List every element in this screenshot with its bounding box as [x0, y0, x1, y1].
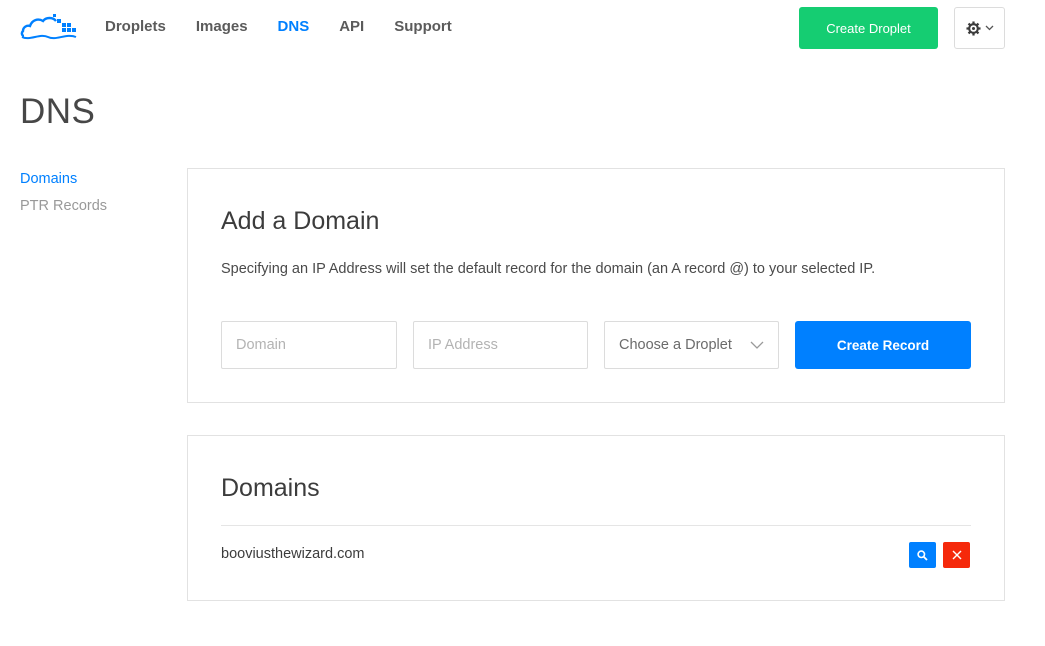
choose-droplet-select[interactable]: Choose a Droplet [604, 321, 779, 369]
top-navbar: Droplets Images DNS API Support Create D… [0, 0, 1045, 56]
domains-heading: Domains [221, 474, 320, 502]
nav-droplets[interactable]: Droplets [105, 18, 166, 35]
main-nav: Droplets Images DNS API Support [105, 18, 482, 35]
ip-address-input[interactable] [413, 321, 588, 369]
close-icon [952, 550, 961, 560]
create-record-button[interactable]: Create Record [795, 321, 971, 369]
create-droplet-button[interactable]: Create Droplet [799, 7, 938, 49]
nav-api[interactable]: API [339, 18, 364, 35]
nav-dns[interactable]: DNS [278, 18, 310, 35]
chevron-down-icon [750, 341, 764, 349]
sidebar-item-ptr-records[interactable]: PTR Records [20, 198, 107, 214]
domains-card: Domains booviusthewizard.com [187, 435, 1005, 601]
gear-icon [965, 20, 981, 36]
digitalocean-logo-icon[interactable] [20, 10, 78, 42]
sidebar-item-domains[interactable]: Domains [20, 171, 107, 187]
table-row: booviusthewizard.com [221, 526, 971, 582]
nav-images[interactable]: Images [196, 18, 248, 35]
view-domain-button[interactable] [909, 542, 936, 568]
nav-support[interactable]: Support [394, 18, 452, 35]
chevron-down-icon [985, 25, 993, 31]
add-domain-description: Specifying an IP Address will set the de… [221, 261, 876, 277]
search-icon [917, 549, 928, 561]
delete-domain-button[interactable] [943, 542, 970, 568]
dns-sidebar: Domains PTR Records [20, 171, 107, 225]
domain-name-link[interactable]: booviusthewizard.com [221, 546, 364, 562]
page-title: DNS [20, 92, 96, 131]
add-domain-card: Add a Domain Specifying an IP Address wi… [187, 168, 1005, 403]
add-domain-heading: Add a Domain [221, 207, 380, 235]
settings-dropdown-button[interactable] [954, 7, 1005, 49]
choose-droplet-label: Choose a Droplet [619, 337, 732, 353]
domain-input[interactable] [221, 321, 397, 369]
